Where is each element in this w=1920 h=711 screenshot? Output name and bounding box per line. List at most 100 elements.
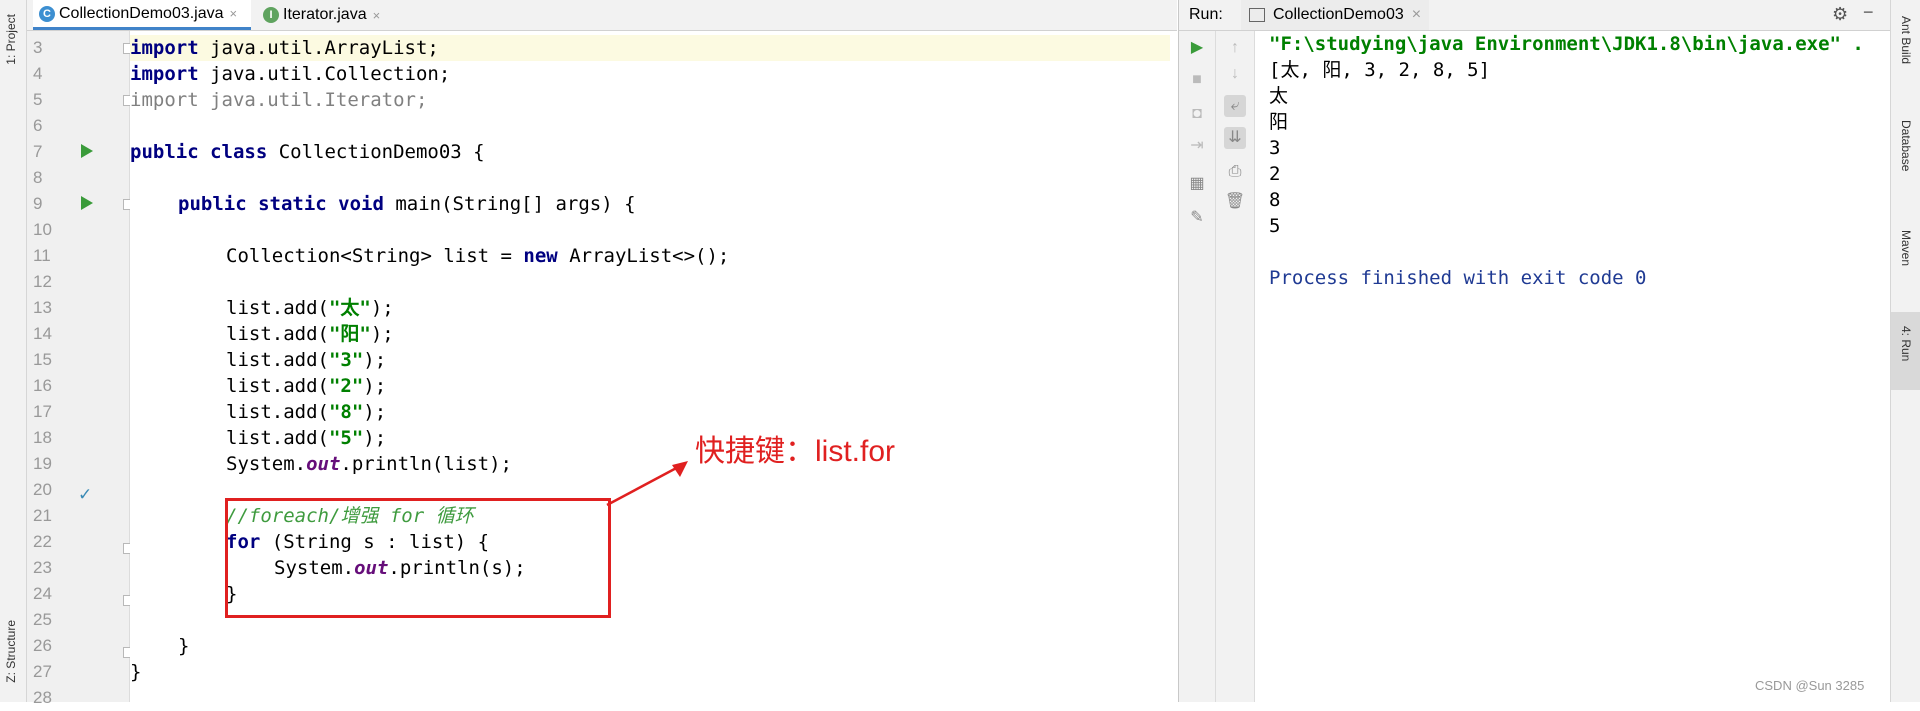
login-icon[interactable]: ⇥ [1186, 135, 1208, 157]
run-tool-label: 4: Run [1899, 326, 1913, 362]
keyword: import [130, 37, 199, 59]
line-number: 10 [33, 220, 52, 239]
code-text: ); [363, 427, 387, 449]
keyword: public static void [178, 193, 384, 215]
code-text: ); [363, 375, 387, 397]
left-tool-strip: 1: Project Z: Structure [0, 0, 27, 702]
keyword: public class [130, 141, 268, 163]
static-field: out [306, 453, 341, 475]
editor-tab-bar: C CollectionDemo03.java × I Iterator.jav… [27, 0, 1177, 31]
tab-iterator[interactable]: I Iterator.java × [257, 0, 419, 30]
code-text: list.add( [226, 323, 329, 345]
console-line: [太, 阳, 3, 2, 8, 5] [1269, 59, 1491, 81]
console-command-line: "F:\studying\java Environment\JDK1.8\bin… [1269, 33, 1864, 55]
gear-icon[interactable]: ⚙ [1832, 4, 1848, 25]
line-number: 12 [33, 272, 52, 291]
string-literal: "8" [328, 401, 364, 423]
close-icon[interactable]: × [230, 6, 238, 21]
run-header: Run: CollectionDemo03 × ⚙ − [1179, 0, 1891, 31]
line-number: 4 [33, 64, 43, 83]
line-number: 15 [33, 350, 52, 369]
ant-build-tool-button[interactable]: Ant Build [1899, 16, 1913, 64]
line-number: 9 [33, 194, 43, 213]
run-class-icon[interactable] [81, 144, 93, 158]
string-literal: "2" [328, 375, 364, 397]
project-tool-button[interactable]: 1: Project [4, 14, 18, 65]
console-line: 3 [1269, 137, 1281, 159]
code-text: .println(list); [340, 453, 512, 475]
code-text: ArrayList<>(); [557, 245, 730, 267]
checkmark-icon: ✓ [78, 485, 93, 504]
line-number: 28 [33, 688, 52, 707]
run-tool-window: Run: CollectionDemo03 × ⚙ − ▶ ■ ◘ ⇥ ▦ ✎ … [1178, 0, 1891, 702]
print-icon[interactable]: ⎙ [1224, 161, 1246, 183]
console-output[interactable]: "F:\studying\java Environment\JDK1.8\bin… [1269, 31, 1884, 702]
console-exit-message: Process finished with exit code 0 [1269, 267, 1647, 289]
code-text: ); [370, 297, 394, 319]
code-line: public static void main(String[] args) { [178, 191, 636, 217]
line-number: 26 [33, 636, 52, 655]
maven-tool-button[interactable]: Maven [1899, 230, 1913, 266]
minimize-icon[interactable]: − [1863, 2, 1874, 23]
camera-icon[interactable]: ◘ [1186, 103, 1208, 125]
line-number: 19 [33, 454, 52, 473]
close-icon[interactable]: × [1412, 6, 1421, 24]
code-text: main(String[] args) { [383, 193, 636, 215]
code-line: Collection<String> list = new ArrayList<… [226, 243, 729, 269]
code-text: java.util.ArrayList; [198, 37, 439, 59]
string-literal: "太" [328, 297, 371, 319]
line-number: 25 [33, 610, 52, 629]
code-text: ); [363, 349, 387, 371]
layout-icon[interactable]: ▦ [1186, 173, 1208, 195]
code-text: ); [363, 401, 387, 423]
keyword: new [523, 245, 558, 267]
console-icon [1249, 8, 1265, 22]
line-number: 6 [33, 116, 43, 135]
down-arrow-icon[interactable]: ↓ [1224, 63, 1246, 85]
database-tool-button[interactable]: Database [1899, 120, 1913, 171]
rerun-icon[interactable]: ▶ [1186, 37, 1208, 59]
stop-icon[interactable]: ■ [1186, 69, 1208, 91]
run-tool-button-selected[interactable]: 4: Run [1891, 312, 1920, 390]
tab-collectiondemo03[interactable]: C CollectionDemo03.java × [33, 0, 251, 30]
trash-icon[interactable]: 🗑 [1224, 191, 1246, 213]
code-line: list.add("太"); [226, 295, 394, 321]
up-arrow-icon[interactable]: ↑ [1224, 37, 1246, 59]
code-text: CollectionDemo03 { [267, 141, 485, 163]
code-line-unused-import: import java.util.Iterator; [130, 89, 428, 111]
class-icon: C [39, 5, 55, 22]
code-editor: C CollectionDemo03.java × I Iterator.jav… [27, 0, 1202, 707]
console-line: 5 [1269, 215, 1281, 237]
code-line: System.out.println(list); [226, 451, 512, 477]
code-text: Collection<String> list = [226, 245, 524, 267]
code-line: } [130, 661, 142, 683]
run-tab-label: CollectionDemo03 [1273, 6, 1404, 23]
line-number: 11 [33, 246, 51, 265]
close-icon[interactable]: × [373, 8, 381, 23]
line-number: 17 [33, 402, 52, 421]
annotation-text: 快捷键：list.for [695, 435, 896, 468]
editor-gutter[interactable]: 3 4 5 6 7 8 9 10 11 12 13 14 15 16 17 18… [27, 31, 134, 707]
code-line: import java.util.Collection; [130, 61, 450, 87]
code-text: ); [370, 323, 394, 345]
scroll-to-end-icon[interactable]: ⇊ [1224, 127, 1246, 149]
string-literal: "5" [328, 427, 364, 449]
structure-tool-button[interactable]: Z: Structure [4, 620, 18, 683]
line-number: 22 [33, 532, 52, 551]
console-line: 太 [1269, 85, 1289, 107]
code-line: list.add("3"); [226, 347, 386, 373]
run-config-tab[interactable]: CollectionDemo03 × [1241, 0, 1430, 30]
console-line: 阳 [1269, 111, 1289, 133]
annotation-arrow [606, 461, 688, 507]
run-main-icon[interactable] [81, 196, 93, 210]
pin-icon[interactable]: ✎ [1186, 207, 1208, 229]
annotation-box [225, 498, 611, 618]
soft-wrap-icon[interactable]: ⤶ [1224, 95, 1246, 117]
line-number: 14 [33, 324, 52, 343]
code-line: list.add("2"); [226, 373, 386, 399]
code-line: list.add("5"); [226, 425, 386, 451]
code-text: java.util.Collection; [198, 63, 451, 85]
run-toolbar-primary: ▶ ■ ◘ ⇥ ▦ ✎ [1179, 31, 1216, 702]
line-number: 27 [33, 662, 52, 681]
run-label: Run: [1189, 6, 1223, 23]
